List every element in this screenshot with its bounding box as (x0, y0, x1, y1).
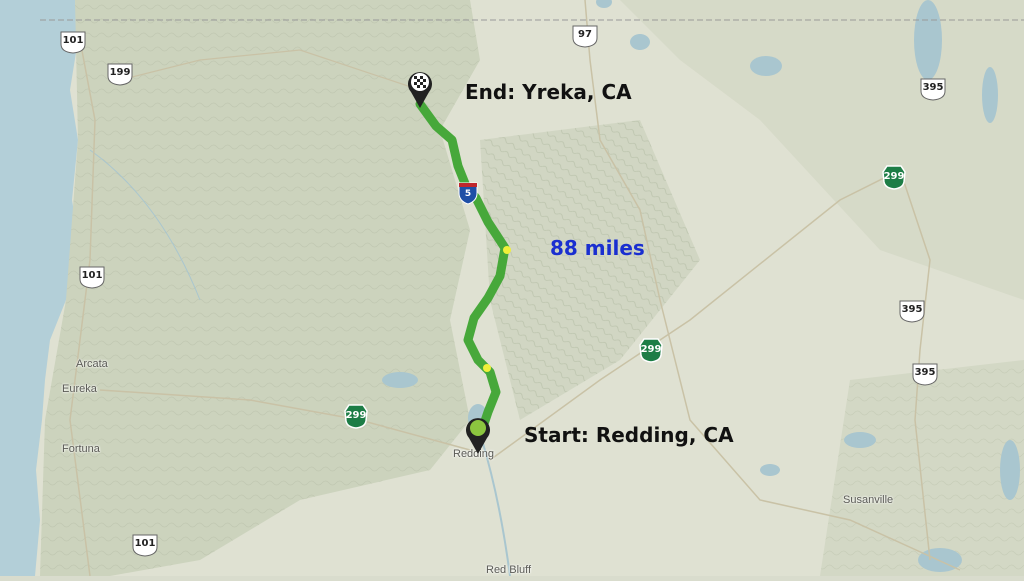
place-label-fortuna: Fortuna (62, 443, 100, 455)
ca-route-number: 299 (883, 171, 905, 182)
traffic-marker (483, 364, 491, 372)
route-map[interactable]: 5 101 199 101 101 97 395 395 395 299 299 (0, 0, 1024, 577)
us-route-shield: 101 (130, 533, 160, 557)
us-route-shield: 199 (105, 62, 135, 86)
us-route-shield: 101 (58, 30, 88, 54)
end-label: End: Yreka, CA (465, 80, 632, 104)
us-route-shield: 395 (918, 77, 948, 101)
distance-label: 88 miles (550, 236, 645, 260)
us-route-number: 101 (134, 538, 156, 549)
green-circle-pin-icon (466, 418, 490, 454)
interstate-number: 5 (464, 189, 472, 199)
us-route-shield: 395 (897, 299, 927, 323)
end-marker[interactable] (405, 66, 435, 115)
us-route-number: 395 (901, 304, 923, 315)
us-route-number: 395 (922, 82, 944, 93)
checkered-flag-pin-icon (408, 72, 432, 108)
place-label-eureka: Eureka (62, 383, 97, 395)
us-route-number: 101 (62, 35, 84, 46)
interstate-5-shield: 5 (457, 181, 479, 205)
us-route-shield: 97 (570, 24, 600, 48)
start-marker[interactable] (463, 412, 493, 461)
us-route-number: 199 (109, 67, 131, 78)
ca-route-number: 299 (640, 344, 662, 355)
us-route-number: 97 (578, 29, 592, 40)
ca-route-shield: 299 (881, 164, 907, 190)
traffic-marker (503, 246, 511, 254)
us-route-shield: 101 (77, 265, 107, 289)
us-route-number: 101 (81, 270, 103, 281)
us-route-shield: 395 (910, 362, 940, 386)
us-route-number: 395 (914, 367, 936, 378)
ca-route-shield: 299 (343, 403, 369, 429)
ca-route-number: 299 (345, 410, 367, 421)
place-label-arcata: Arcata (76, 358, 108, 370)
place-label-red-bluff: Red Bluff (486, 564, 532, 576)
ca-route-shield: 299 (638, 337, 664, 363)
place-label-susanville: Susanville (843, 494, 894, 506)
start-label: Start: Redding, CA (524, 423, 734, 447)
